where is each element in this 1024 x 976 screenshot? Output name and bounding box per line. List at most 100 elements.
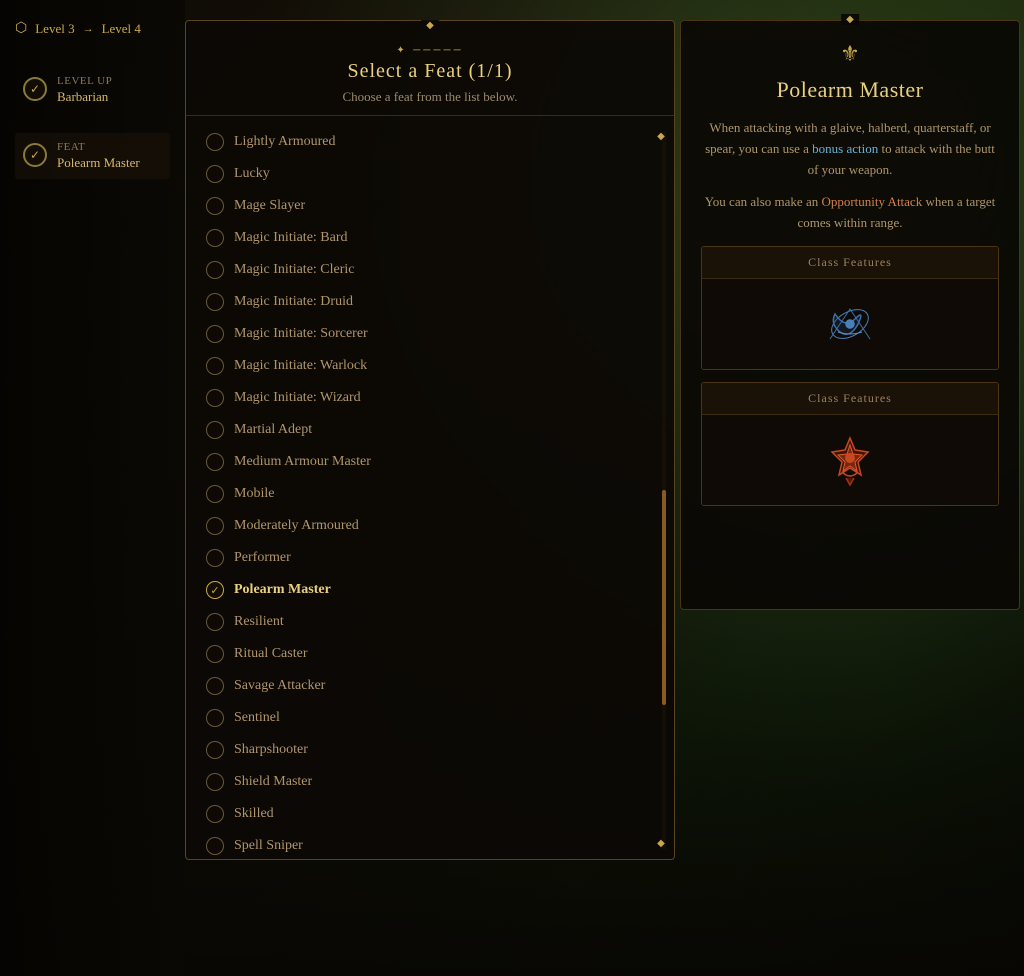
feat-radio bbox=[206, 709, 224, 727]
feat-name: Performer bbox=[234, 550, 291, 566]
feat-radio bbox=[206, 325, 224, 343]
feat-list-item[interactable]: Mobile bbox=[201, 478, 659, 510]
feat-name: Magic Initiate: Warlock bbox=[234, 358, 367, 374]
step-label-levelup: Level Up bbox=[57, 75, 112, 87]
feat-name: Magic Initiate: Wizard bbox=[234, 390, 361, 406]
feat-detail-panel: ⚜ Polearm Master When attacking with a g… bbox=[680, 20, 1020, 610]
feat-list-item[interactable]: Tavern Brawler bbox=[201, 862, 659, 864]
feat-name: Polearm Master bbox=[234, 582, 331, 598]
feat-select-panel: ✦ ───── Select a Feat (1/1) Choose a fea… bbox=[185, 20, 675, 860]
feat-name: Moderately Armoured bbox=[234, 518, 359, 534]
check-icon-feat: ✓ bbox=[23, 143, 47, 167]
class-feature-icon-1 bbox=[820, 294, 880, 354]
feat-list-item[interactable]: Magic Initiate: Druid bbox=[201, 286, 659, 318]
feat-list-item[interactable]: Magic Initiate: Sorcerer bbox=[201, 318, 659, 350]
feat-list-item[interactable]: Savage Attacker bbox=[201, 670, 659, 702]
level-progress: ⬡ Level 3 → Level 4 bbox=[15, 20, 170, 37]
feat-name: Sharpshooter bbox=[234, 742, 308, 758]
feat-list-item[interactable]: Magic Initiate: Wizard bbox=[201, 382, 659, 414]
feat-radio bbox=[206, 613, 224, 631]
feat-detail-description-2: You can also make an Opportunity Attack … bbox=[701, 192, 999, 234]
class-feature-label-1: Class Features bbox=[702, 247, 998, 279]
feat-list-item[interactable]: Lightly Armoured bbox=[201, 126, 659, 158]
feat-radio bbox=[206, 741, 224, 759]
arrow-icon: → bbox=[83, 23, 94, 35]
feat-list-item[interactable]: Magic Initiate: Warlock bbox=[201, 350, 659, 382]
sidebar: ⬡ Level 3 → Level 4 ✓ Level Up Barbarian… bbox=[0, 0, 185, 976]
level-icon: ⬡ bbox=[15, 20, 27, 37]
feat-name: Skilled bbox=[234, 806, 274, 822]
feat-list: Lightly Armoured Lucky Mage Slayer Magic In… bbox=[186, 116, 674, 864]
feat-list-item[interactable]: Moderately Armoured bbox=[201, 510, 659, 542]
class-feature-card-1: Class Features bbox=[701, 246, 999, 370]
deco-icon: ✦ ───── bbox=[206, 41, 654, 60]
feat-radio bbox=[206, 581, 224, 599]
level-from: Level 3 bbox=[35, 21, 74, 37]
feat-list-item[interactable]: Shield Master bbox=[201, 766, 659, 798]
feat-name: Martial Adept bbox=[234, 422, 312, 438]
feat-radio bbox=[206, 197, 224, 215]
sidebar-step-feat[interactable]: ✓ Feat Polearm Master bbox=[15, 133, 170, 179]
feat-list-item[interactable]: Skilled bbox=[201, 798, 659, 830]
feat-name: Magic Initiate: Cleric bbox=[234, 262, 355, 278]
panel-subtitle: Choose a feat from the list below. bbox=[206, 89, 654, 105]
feat-radio bbox=[206, 261, 224, 279]
feat-radio bbox=[206, 517, 224, 535]
feat-radio bbox=[206, 485, 224, 503]
feat-radio bbox=[206, 677, 224, 695]
panel-title: Select a Feat (1/1) bbox=[206, 60, 654, 83]
feat-list-item[interactable]: Sharpshooter bbox=[201, 734, 659, 766]
feat-list-container: Lightly Armoured Lucky Mage Slayer Magic In… bbox=[186, 116, 674, 864]
feat-radio bbox=[206, 421, 224, 439]
feat-name: Spell Sniper bbox=[234, 838, 303, 854]
detail-icon-wrapper: ⚜ bbox=[701, 41, 999, 67]
sidebar-step-levelup[interactable]: ✓ Level Up Barbarian bbox=[15, 67, 170, 113]
feat-list-item[interactable]: Magic Initiate: Cleric bbox=[201, 254, 659, 286]
feat-radio bbox=[206, 645, 224, 663]
feat-radio bbox=[206, 165, 224, 183]
class-feature-label-2: Class Features bbox=[702, 383, 998, 415]
feat-name: Lucky bbox=[234, 166, 270, 182]
scrollbar-track[interactable]: ◆ ◆ bbox=[662, 131, 666, 849]
feat-name: Savage Attacker bbox=[234, 678, 325, 694]
feat-radio bbox=[206, 837, 224, 855]
feat-detail-description: When attacking with a glaive, halberd, q… bbox=[701, 118, 999, 180]
feat-radio bbox=[206, 229, 224, 247]
scrollbar-thumb[interactable] bbox=[662, 490, 666, 705]
scrollbar-bottom-diamond: ◆ bbox=[657, 838, 665, 849]
feat-name: Lightly Armoured bbox=[234, 134, 336, 150]
class-feature-card-2: Class Features bbox=[701, 382, 999, 506]
feat-radio bbox=[206, 805, 224, 823]
step-text-feat: Feat Polearm Master bbox=[57, 141, 140, 171]
class-feature-icon-area-1 bbox=[702, 279, 998, 369]
feat-list-item[interactable]: Ritual Caster bbox=[201, 638, 659, 670]
feat-name: Mobile bbox=[234, 486, 274, 502]
feat-name: Medium Armour Master bbox=[234, 454, 371, 470]
feat-list-item[interactable]: Magic Initiate: Bard bbox=[201, 222, 659, 254]
feat-list-item[interactable]: Polearm Master bbox=[201, 574, 659, 606]
feat-list-item[interactable]: Medium Armour Master bbox=[201, 446, 659, 478]
feat-name: Mage Slayer bbox=[234, 198, 305, 214]
feat-radio bbox=[206, 453, 224, 471]
level-to: Level 4 bbox=[102, 21, 141, 37]
check-icon-levelup: ✓ bbox=[23, 77, 47, 101]
feat-detail-title: Polearm Master bbox=[701, 77, 999, 103]
feat-list-item[interactable]: Spell Sniper bbox=[201, 830, 659, 862]
feat-list-item[interactable]: Resilient bbox=[201, 606, 659, 638]
feat-radio bbox=[206, 293, 224, 311]
feat-list-item[interactable]: Sentinel bbox=[201, 702, 659, 734]
feat-name: Magic Initiate: Sorcerer bbox=[234, 326, 368, 342]
feat-list-item[interactable]: Martial Adept bbox=[201, 414, 659, 446]
scrollbar-top-diamond: ◆ bbox=[657, 131, 665, 142]
feat-name: Magic Initiate: Druid bbox=[234, 294, 353, 310]
panel-header: ✦ ───── Select a Feat (1/1) Choose a fea… bbox=[186, 21, 674, 116]
feat-list-item[interactable]: Performer bbox=[201, 542, 659, 574]
class-feature-icon-area-2 bbox=[702, 415, 998, 505]
desc-text-3: You can also make an bbox=[705, 194, 822, 209]
step-value-feat: Polearm Master bbox=[57, 155, 140, 171]
opportunity-text: Opportunity Attack bbox=[821, 194, 922, 209]
feat-radio bbox=[206, 357, 224, 375]
feat-list-item[interactable]: Lucky bbox=[201, 158, 659, 190]
feat-list-item[interactable]: Mage Slayer bbox=[201, 190, 659, 222]
feat-name: Sentinel bbox=[234, 710, 280, 726]
